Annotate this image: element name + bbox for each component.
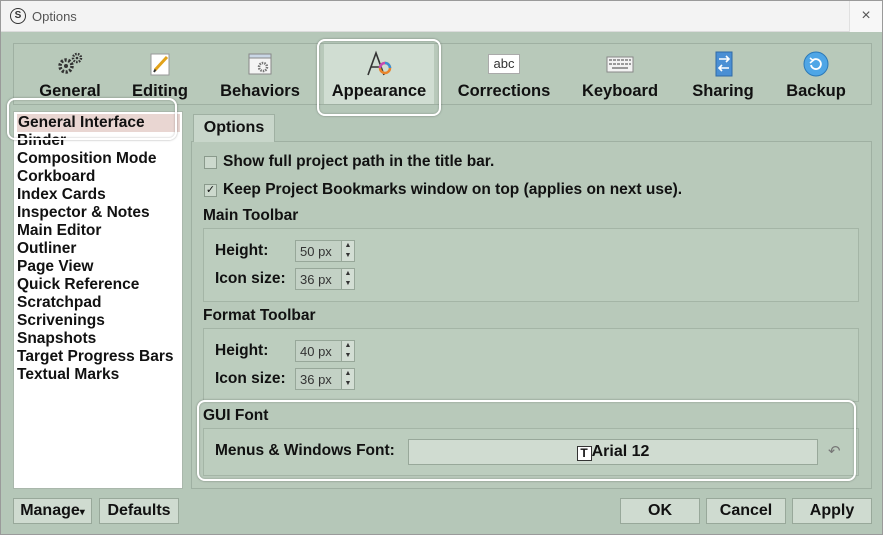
tab-behaviors[interactable]: Behaviors	[214, 44, 306, 104]
tab-appearance-label: Appearance	[331, 82, 427, 100]
main-toolbar-height-stepper[interactable]: 50 px ▲ ▼	[295, 240, 355, 262]
format-toolbar-heading: Format Toolbar	[203, 307, 316, 324]
stepper-arrows-icon[interactable]: ▲ ▼	[341, 269, 354, 289]
tab-general[interactable]: General	[24, 44, 116, 104]
menus-windows-font-label: Menus & Windows Font:	[215, 442, 395, 459]
main-toolbar-height-value: 50 px	[300, 244, 332, 259]
gears-icon	[58, 52, 83, 74]
a-color-wheel-icon	[367, 50, 392, 76]
show-project-path-checkbox[interactable]	[204, 156, 217, 169]
tab-backup-label: Backup	[786, 82, 846, 100]
main-toolbar-icon-size-label: Icon size:	[215, 270, 286, 287]
options-window: S Options × General Editing Behaviors Ap…	[0, 0, 883, 535]
format-toolbar-height-value: 40 px	[300, 344, 332, 359]
list-item-main-editor[interactable]: Main Editor	[17, 222, 101, 240]
keep-bookmarks-on-top-label: Keep Project Bookmarks window on top (ap…	[223, 181, 683, 198]
settings-category-list: General Interface Binder Composition Mod…	[13, 111, 183, 489]
tab-general-label: General	[39, 82, 101, 100]
list-item-inspector-notes[interactable]: Inspector & Notes	[17, 204, 150, 222]
gear-document-icon	[248, 53, 272, 75]
tab-appearance[interactable]: Appearance	[324, 44, 434, 104]
tab-sharing-label: Sharing	[692, 82, 754, 100]
tab-options[interactable]: Options	[193, 114, 275, 142]
pencil-paper-icon	[150, 53, 170, 76]
list-item-target-progress-bars[interactable]: Target Progress Bars	[17, 348, 174, 366]
tab-backup[interactable]: Backup	[774, 44, 858, 104]
gui-font-heading: GUI Font	[203, 407, 269, 424]
main-toolbar-height-label: Height:	[215, 242, 269, 259]
keyboard-icon	[606, 56, 634, 73]
tab-corrections-label: Corrections	[457, 82, 551, 100]
font-picker-button[interactable]: T Arial 12	[408, 439, 818, 465]
tab-editing[interactable]: Editing	[122, 44, 198, 104]
list-item-quick-reference[interactable]: Quick Reference	[17, 276, 139, 294]
main-toolbar-icon-size-stepper[interactable]: 36 px ▲ ▼	[295, 268, 355, 290]
category-toolbar: General Editing Behaviors Appearance abc…	[13, 43, 872, 105]
tab-editing-label: Editing	[132, 82, 188, 100]
list-item-binder[interactable]: Binder	[17, 132, 66, 150]
scrivener-app-icon: S	[10, 8, 26, 24]
keep-bookmarks-on-top-checkbox[interactable]: ✓	[204, 184, 217, 197]
list-item-corkboard[interactable]: Corkboard	[17, 168, 95, 186]
font-icon: T	[576, 446, 592, 461]
list-item-textual-marks[interactable]: Textual Marks	[17, 366, 119, 384]
dropdown-arrow-icon: ▾	[79, 507, 85, 518]
format-toolbar-icon-size-stepper[interactable]: 36 px ▲ ▼	[295, 368, 355, 390]
sync-document-icon	[715, 51, 733, 77]
manage-button[interactable]: Manage▾	[13, 498, 92, 524]
tab-keyboard[interactable]: Keyboard	[574, 44, 666, 104]
format-toolbar-height-label: Height:	[215, 342, 269, 359]
list-item-composition-mode[interactable]: Composition Mode	[17, 150, 157, 168]
tab-keyboard-label: Keyboard	[581, 82, 659, 100]
title-bar: S Options ×	[1, 1, 882, 32]
main-toolbar-heading: Main Toolbar	[203, 207, 299, 224]
list-item-outliner[interactable]: Outliner	[17, 240, 76, 258]
close-button[interactable]: ×	[849, 1, 882, 32]
tab-corrections[interactable]: abc Corrections	[454, 44, 554, 104]
list-item-scrivenings[interactable]: Scrivenings	[17, 312, 105, 330]
stepper-arrows-icon[interactable]: ▲ ▼	[341, 341, 354, 361]
backup-circle-icon	[803, 51, 829, 77]
apply-button[interactable]: Apply	[792, 498, 872, 524]
format-toolbar-icon-size-label: Icon size:	[215, 370, 286, 387]
defaults-button[interactable]: Defaults	[99, 498, 179, 524]
cancel-button[interactable]: Cancel	[706, 498, 786, 524]
main-toolbar-icon-size-value: 36 px	[300, 272, 332, 287]
window-title: Options	[32, 9, 77, 24]
tab-sharing[interactable]: Sharing	[678, 44, 768, 104]
stepper-arrows-icon[interactable]: ▲ ▼	[341, 369, 354, 389]
ok-button[interactable]: OK	[620, 498, 700, 524]
abc-icon: abc	[488, 54, 520, 74]
list-item-index-cards[interactable]: Index Cards	[17, 186, 106, 204]
show-project-path-label: Show full project path in the title bar.	[223, 153, 495, 170]
format-toolbar-icon-size-value: 36 px	[300, 372, 332, 387]
stepper-arrows-icon[interactable]: ▲ ▼	[341, 241, 354, 261]
tab-behaviors-label: Behaviors	[220, 82, 300, 100]
list-item-general-interface[interactable]: General Interface	[17, 114, 180, 132]
format-toolbar-height-stepper[interactable]: 40 px ▲ ▼	[295, 340, 355, 362]
font-value: Arial 12	[591, 443, 650, 460]
list-item-snapshots[interactable]: Snapshots	[17, 330, 96, 348]
reset-font-icon[interactable]: ↶	[828, 442, 841, 460]
list-item-page-view[interactable]: Page View	[17, 258, 93, 276]
list-item-scratchpad[interactable]: Scratchpad	[17, 294, 101, 312]
